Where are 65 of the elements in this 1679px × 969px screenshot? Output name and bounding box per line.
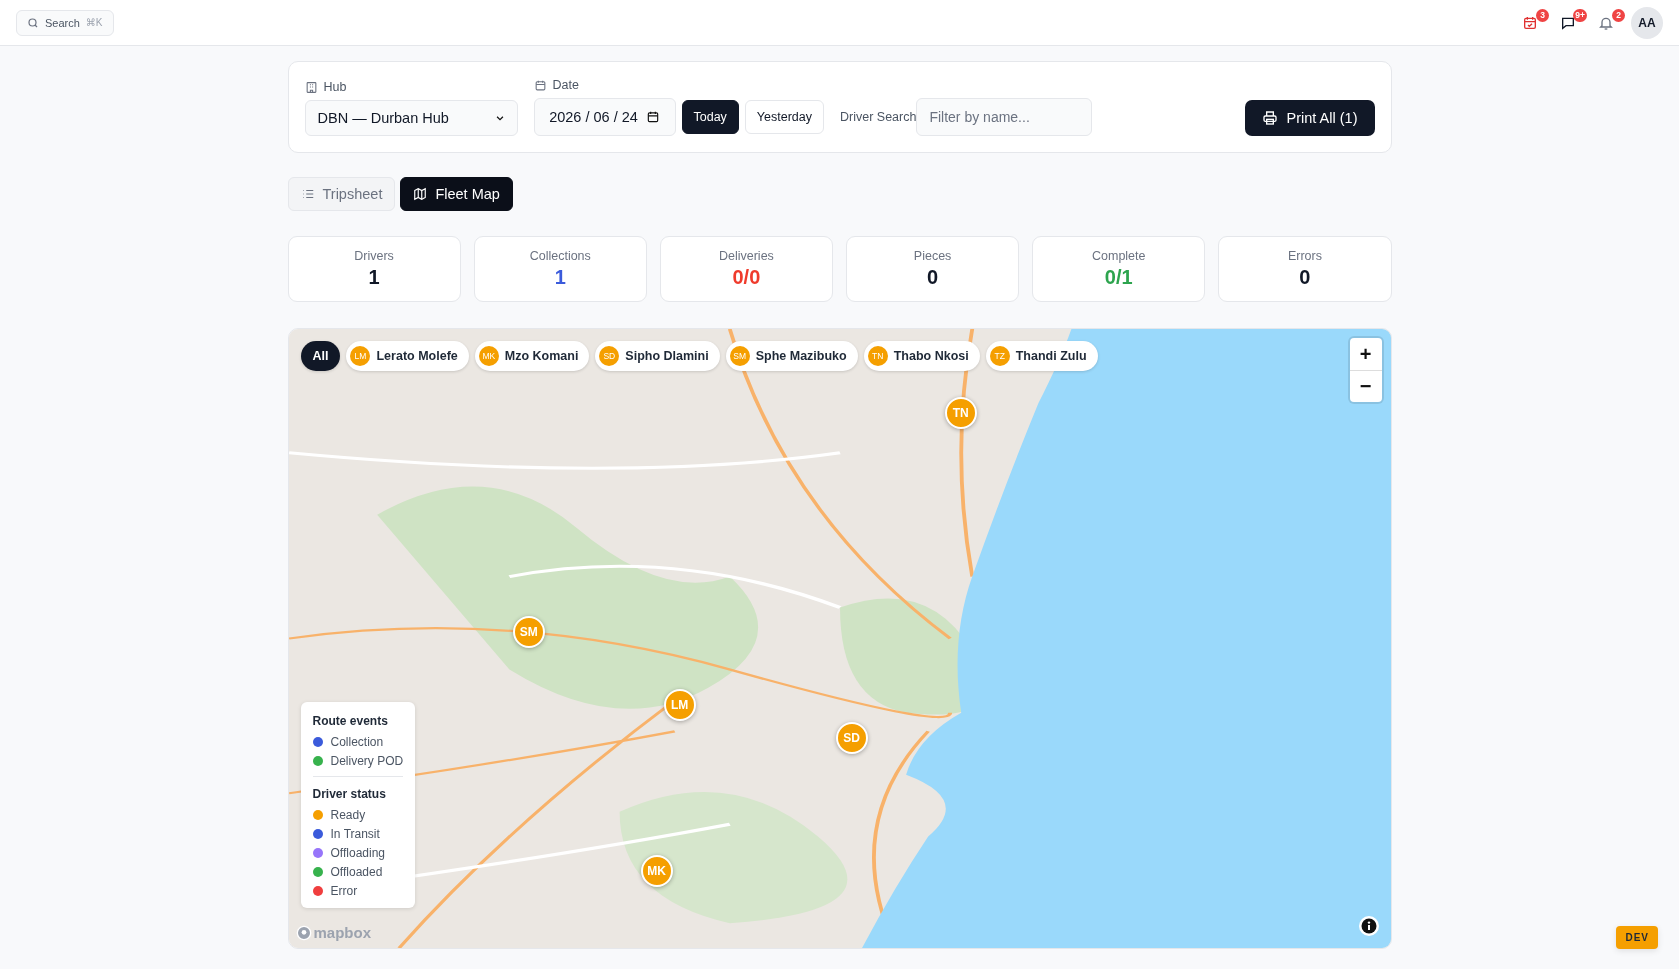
zoom-button[interactable]: +: [1349, 338, 1382, 370]
legend-title: Route events: [312, 714, 389, 728]
driver-initials: TZ: [989, 346, 1010, 366]
view-tab[interactable]: Fleet Map: [400, 177, 513, 211]
stat-label: Complete: [1092, 249, 1146, 263]
hub-select[interactable]: DBN — Durban Hub: [304, 100, 518, 136]
view-tab[interactable]: Tripsheet: [287, 177, 396, 211]
notification-badge: 3: [1536, 8, 1549, 22]
stat-value: 0: [927, 266, 939, 289]
driver-search-label: Driver Search: [840, 110, 917, 124]
legend-title: Driver status: [312, 787, 387, 801]
print-all-button[interactable]: Print All (1): [1244, 100, 1375, 136]
list-icon: [300, 187, 315, 201]
driver-filter-chip[interactable]: SM Sphe Mazibuko: [725, 341, 858, 371]
driver-filter-chip[interactable]: TN Thabo Nkosi: [863, 341, 980, 371]
map-icon: [413, 187, 428, 201]
driver-filter-chip[interactable]: TZ Thandi Zulu: [985, 341, 1098, 371]
driver-initials: SM: [729, 346, 750, 366]
stat-label: Pieces: [913, 249, 952, 263]
stat-value: 1: [554, 266, 566, 289]
legend-label: Offloaded: [330, 865, 383, 879]
stat-value: 0/1: [1104, 266, 1133, 289]
driver-initials: SD: [599, 346, 620, 366]
stat-label: Drivers: [354, 249, 394, 263]
search-icon: [27, 16, 39, 29]
legend-label: Offloading: [330, 846, 385, 860]
legend-label: Error: [330, 884, 358, 898]
driver-search-field[interactable]: Filter by name...: [916, 98, 1093, 136]
zoom-button[interactable]: −: [1349, 370, 1382, 402]
legend-label: Delivery POD: [330, 754, 404, 768]
info-icon[interactable]: [1358, 916, 1379, 936]
notification-badge: 9+: [1573, 8, 1587, 22]
date-field[interactable]: 2026 / 06 / 24: [533, 98, 676, 136]
stat-label: Collections: [529, 249, 591, 263]
pin-icon: [295, 924, 312, 941]
driver-initials: TN: [867, 346, 888, 366]
stat-value: 1: [368, 266, 380, 289]
printer-icon: [1261, 110, 1278, 126]
stat-label: Deliveries: [718, 249, 774, 263]
calendar-icon: [533, 78, 547, 92]
driver-filter-chip[interactable]: LM Lerato Molefe: [346, 341, 469, 371]
stat-value: 0/0: [732, 266, 761, 289]
calendar-icon: [1522, 14, 1538, 31]
stat-value: 0: [1299, 266, 1311, 289]
date-preset-button[interactable]: Today: [681, 100, 739, 134]
hub-label: Hub: [323, 80, 347, 94]
notification-badge: 2: [1612, 8, 1625, 22]
environment-badge: DEV: [1616, 926, 1658, 949]
date-preset-button[interactable]: Yesterday: [744, 100, 824, 134]
attribution-text: mapbox: [313, 924, 371, 941]
chevron-down-icon: [494, 113, 505, 123]
stat-label: Errors: [1287, 249, 1322, 263]
search-button[interactable]: Search ⌘K: [16, 9, 114, 36]
user-avatar[interactable]: AA: [1631, 6, 1663, 39]
legend-label: In Transit: [330, 827, 380, 841]
shortcut-hint: ⌘K: [85, 17, 103, 28]
building-icon: [304, 80, 318, 94]
legend-label: Collection: [330, 735, 384, 749]
driver-filter-chip[interactable]: SD Sipho Dlamini: [595, 341, 720, 371]
legend-label: Ready: [330, 808, 366, 822]
driver-initials: LM: [350, 346, 371, 366]
driver-filter-chip[interactable]: MK Mzo Komani: [474, 341, 590, 371]
calendar-icon: [645, 110, 660, 124]
date-label: Date: [552, 78, 579, 92]
driver-initials: MK: [478, 346, 499, 366]
